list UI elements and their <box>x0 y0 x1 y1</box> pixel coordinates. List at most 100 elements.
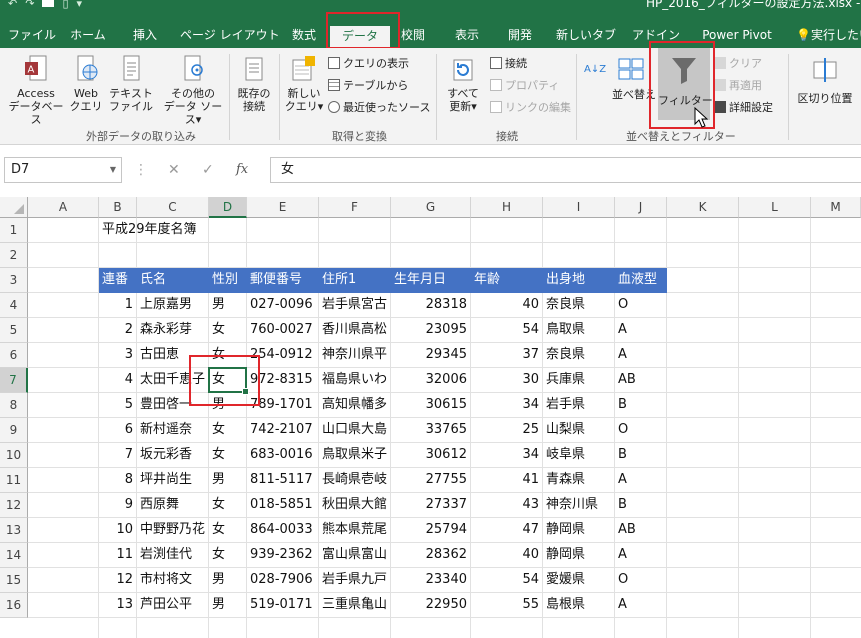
table-cell[interactable]: 8 <box>99 468 136 493</box>
sort-ascending-button[interactable]: A↓Z <box>584 62 606 78</box>
table-cell[interactable]: 神奈川県平 <box>319 343 390 368</box>
table-cell[interactable]: 太田千恵子 <box>137 368 208 393</box>
properties-button[interactable]: プロパティ <box>490 78 559 94</box>
table-cell[interactable]: 027-0096 <box>247 293 318 318</box>
table-cell[interactable]: 10 <box>99 518 136 543</box>
table-cell[interactable]: 男 <box>209 468 246 493</box>
table-cell[interactable]: B <box>615 393 666 418</box>
connections-button[interactable]: 接続 <box>490 56 527 72</box>
table-cell[interactable]: 神奈川県 <box>543 493 614 518</box>
row-header-6[interactable]: 6 <box>0 343 28 368</box>
row-header-15[interactable]: 15 <box>0 568 28 593</box>
table-cell[interactable]: 54 <box>471 568 542 593</box>
access-database-button[interactable]: A Access データベース <box>6 54 66 126</box>
table-cell[interactable]: A <box>615 318 666 343</box>
table-cell[interactable]: 811-5117 <box>247 468 318 493</box>
table-cell[interactable]: 岩手県九戸 <box>319 568 390 593</box>
table-header-cell[interactable]: 連番 <box>99 268 137 293</box>
worksheet-grid[interactable]: A B C D E F G H I J K L M 1 2 3 4 5 6 7 8 9 10 11 12 13 14 15 16 平成29… <box>0 197 861 638</box>
text-to-columns-button[interactable]: 区切り位置 <box>794 54 856 105</box>
row-header-3[interactable]: 3 <box>0 268 28 293</box>
table-header-cell[interactable]: 住所1 <box>319 268 391 293</box>
table-cell[interactable]: 青森県 <box>543 468 614 493</box>
table-cell[interactable]: 女 <box>209 518 246 543</box>
recent-sources-button[interactable]: 最近使ったソース <box>328 100 430 116</box>
table-cell[interactable]: 岩手県 <box>543 393 614 418</box>
table-cell[interactable]: 972-8315 <box>247 368 318 393</box>
table-cell[interactable]: 山口県大島 <box>319 418 390 443</box>
table-cell[interactable]: 静岡県 <box>543 518 614 543</box>
row-header-13[interactable]: 13 <box>0 518 28 543</box>
table-cell[interactable]: 富山県富山 <box>319 543 390 568</box>
table-cell[interactable]: 4 <box>99 368 136 393</box>
table-header-cell[interactable]: 氏名 <box>137 268 209 293</box>
table-cell[interactable]: B <box>615 443 666 468</box>
table-cell[interactable]: 54 <box>471 318 542 343</box>
table-cell[interactable]: 坂元彩香 <box>137 443 208 468</box>
save-icon[interactable] <box>42 0 55 7</box>
column-header-b[interactable]: B <box>99 197 137 218</box>
reapply-filter-button[interactable]: 再適用 <box>714 78 762 94</box>
table-cell[interactable]: 760-0027 <box>247 318 318 343</box>
table-cell[interactable]: 長崎県壱岐 <box>319 468 390 493</box>
table-cell[interactable]: 9 <box>99 493 136 518</box>
table-cell[interactable]: 女 <box>209 343 246 368</box>
row-header-7[interactable]: 7 <box>0 368 28 393</box>
column-header-a[interactable]: A <box>28 197 99 218</box>
table-cell[interactable]: 坪井尚生 <box>137 468 208 493</box>
existing-connections-button[interactable]: 既存の 接続 <box>232 54 276 113</box>
table-cell[interactable]: AB <box>615 368 666 393</box>
tab-power-pivot[interactable]: Power Pivot <box>695 22 779 48</box>
table-cell[interactable]: 女 <box>209 418 246 443</box>
table-cell[interactable]: 女 <box>209 318 246 343</box>
new-query-button[interactable]: 新しい クエリ▾ <box>283 54 325 113</box>
tell-me-search[interactable]: 💡実行したい <box>796 22 861 48</box>
column-header-l[interactable]: L <box>739 197 811 218</box>
tab-data[interactable]: データ <box>330 26 390 48</box>
table-cell[interactable]: 683-0016 <box>247 443 318 468</box>
column-header-h[interactable]: H <box>471 197 543 218</box>
tab-view[interactable]: 表示 <box>450 22 484 48</box>
table-cell[interactable]: 男 <box>209 393 246 418</box>
row-header-1[interactable]: 1 <box>0 218 28 243</box>
table-cell[interactable]: 742-2107 <box>247 418 318 443</box>
table-cell[interactable]: 岐阜県 <box>543 443 614 468</box>
redo-icon[interactable]: ↷ <box>25 0 34 9</box>
row-header-8[interactable]: 8 <box>0 393 28 418</box>
table-cell[interactable]: 28318 <box>391 293 470 318</box>
edit-links-button[interactable]: リンクの編集 <box>490 100 571 116</box>
table-header-cell[interactable]: 生年月日 <box>391 268 471 293</box>
table-cell[interactable]: 兵庫県 <box>543 368 614 393</box>
column-header-i[interactable]: I <box>543 197 615 218</box>
tab-insert[interactable]: 挿入 <box>128 22 162 48</box>
table-cell[interactable]: 中野野乃花 <box>137 518 208 543</box>
table-header-cell[interactable]: 血液型 <box>615 268 667 293</box>
enter-icon[interactable]: ✓ <box>202 157 214 183</box>
table-cell[interactable]: 奈良県 <box>543 293 614 318</box>
table-cell[interactable]: 40 <box>471 543 542 568</box>
column-header-e[interactable]: E <box>247 197 319 218</box>
table-cell[interactable]: 27755 <box>391 468 470 493</box>
tab-home[interactable]: ホーム <box>66 22 110 48</box>
table-cell[interactable]: 33765 <box>391 418 470 443</box>
advanced-filter-button[interactable]: 詳細設定 <box>714 100 773 116</box>
table-cell[interactable]: 1 <box>99 293 136 318</box>
table-cell[interactable]: 37 <box>471 343 542 368</box>
table-cell[interactable]: O <box>615 293 666 318</box>
table-cell[interactable]: 41 <box>471 468 542 493</box>
table-cell[interactable]: 32006 <box>391 368 470 393</box>
table-cell[interactable]: 秋田県大館 <box>319 493 390 518</box>
table-cell[interactable]: 55 <box>471 593 542 618</box>
table-cell[interactable]: 愛媛県 <box>543 568 614 593</box>
table-header-cell[interactable]: 出身地 <box>543 268 615 293</box>
row-header-2[interactable]: 2 <box>0 243 28 268</box>
table-cell[interactable]: 男 <box>209 568 246 593</box>
table-cell[interactable]: 23095 <box>391 318 470 343</box>
column-header-c[interactable]: C <box>137 197 209 218</box>
table-cell[interactable]: A <box>615 468 666 493</box>
table-cell[interactable]: 森永彩芽 <box>137 318 208 343</box>
tab-file[interactable]: ファイル <box>8 22 56 48</box>
refresh-all-button[interactable]: すべて 更新▾ <box>442 54 484 113</box>
table-cell[interactable]: O <box>615 418 666 443</box>
table-cell[interactable]: 43 <box>471 493 542 518</box>
